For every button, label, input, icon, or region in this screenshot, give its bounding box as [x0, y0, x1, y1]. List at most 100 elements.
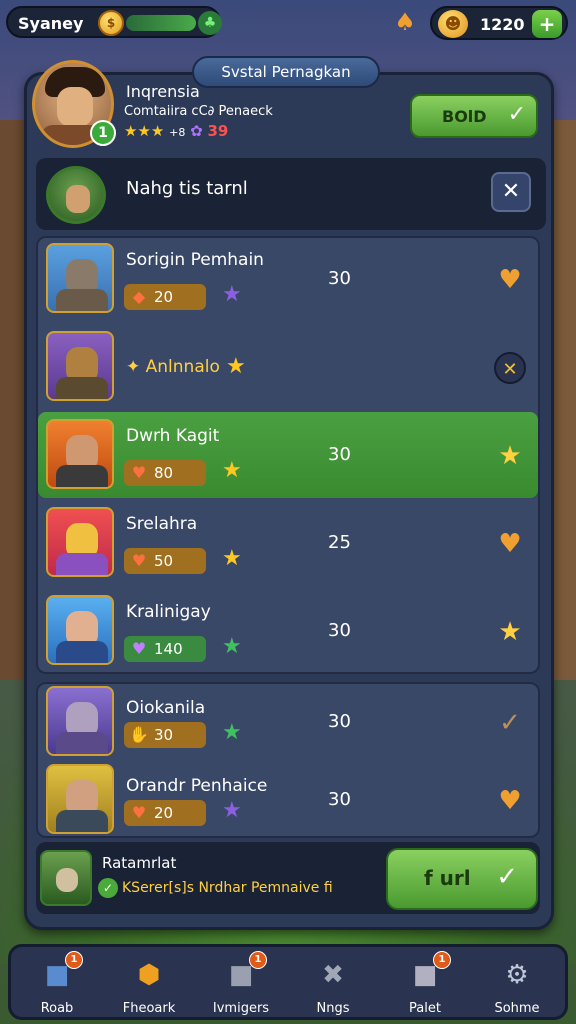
star-icon[interactable]: ★	[494, 440, 526, 472]
nav-item-roab[interactable]: ■ 1 Roab	[17, 951, 97, 1017]
footer-title: Ratamrlat	[102, 854, 177, 872]
list-item[interactable]: Kralinigay ♥ 140 ★ 30 ★	[38, 588, 538, 674]
list-item[interactable]: Srelahra ♥ 50 ★ 25 ♥	[38, 500, 538, 586]
bold-button[interactable]: BOlD ✓	[410, 94, 538, 138]
character-name: Dwrh Kagit	[126, 426, 220, 446]
star-icon: ★	[226, 354, 246, 379]
portrait-body	[56, 553, 108, 575]
portrait-body	[56, 810, 108, 832]
character-name: Srelahra	[126, 514, 198, 534]
character-name: Orandr Penhaice	[126, 776, 268, 796]
footer-avatar	[40, 850, 92, 906]
character-portrait	[46, 764, 114, 834]
list-item[interactable]: Oiokanila ✋ 30 ★ 30 ✓	[38, 684, 538, 760]
stat-icon: ✋	[129, 725, 149, 744]
red-count: 39	[207, 122, 229, 140]
nav-label: Ivmigers	[212, 1001, 270, 1016]
nav-label: Fheoark	[122, 1001, 176, 1016]
stat-icon: ♥	[131, 639, 147, 658]
stat-icon: ◆	[132, 287, 146, 306]
location-progress-bar	[126, 15, 196, 31]
nav-label: Sohme	[494, 1001, 540, 1016]
star-icon: ★	[222, 282, 242, 307]
search-row: Nahg tis tarnl ✕	[36, 158, 546, 230]
resource-pill: ☻ 1220 +	[430, 6, 568, 40]
character-score: 30	[328, 444, 351, 465]
bell-icon[interactable]: ♠	[388, 6, 422, 38]
character-score: 30	[328, 789, 351, 810]
portrait-body	[56, 732, 108, 754]
bottom-nav: ■ 1 Roab ⬢ Fheoark ■ 1 Ivmigers ✖ Nngs ■ 1 Palet ⚙ Soh…	[8, 944, 568, 1020]
stat-pill: ✋ 30	[124, 722, 206, 748]
character-name: Oiokanila	[126, 698, 206, 718]
check-icon[interactable]: ✓	[494, 707, 526, 739]
confirm-button-label: f url	[424, 866, 471, 890]
heart-icon[interactable]: ♥	[494, 528, 526, 560]
footer-subtitle-text: KSerer[s]s Nrdhar Pemnaive fi	[122, 880, 333, 896]
character-portrait	[46, 243, 114, 313]
stat-value: 140	[154, 640, 183, 658]
list-item[interactable]: Sorigin Pemhain ◆ 20 ★ 30 ♥	[38, 236, 538, 322]
star-icon: ★	[222, 720, 242, 745]
portrait-body	[56, 465, 108, 487]
stat-pill: ◆ 20	[124, 284, 206, 310]
nav-label: Roab	[40, 1001, 74, 1016]
stat-pill: ♥ 140	[124, 636, 206, 662]
nav-item-nngs[interactable]: ✖ Nngs	[293, 951, 373, 1017]
stat-icon: ♥	[131, 803, 147, 822]
character-portrait	[46, 686, 114, 756]
gear-icon: ⚙	[505, 960, 529, 990]
coin-icon: $	[98, 10, 124, 36]
nav-label: Palet	[409, 1001, 441, 1016]
stat-value: 30	[154, 726, 174, 744]
clover-icon: ♣	[198, 11, 222, 35]
close-icon[interactable]: ✕	[494, 352, 526, 384]
stat-value: 80	[154, 464, 174, 482]
bold-button-label: BOlD	[442, 107, 487, 126]
heart-icon[interactable]: ♥	[494, 264, 526, 296]
check-icon: ✓	[98, 878, 118, 898]
check-icon: ✓	[507, 102, 526, 127]
stat-pill: ♥ 50	[124, 548, 206, 574]
footer-subtitle: ✓ KSerer[s]s Nrdhar Pemnaive fi	[98, 878, 333, 898]
portrait-body	[56, 289, 108, 311]
character-score: 25	[328, 532, 351, 553]
player-subtitle: Comtaiira cC∂ Penaeck	[124, 104, 273, 119]
creature-icon: ☻	[438, 10, 468, 38]
player-rating: ★★★ +8 ✿ 39	[124, 122, 228, 140]
gem-icon: ✿	[190, 122, 203, 140]
star-icon: ★★★	[124, 122, 165, 140]
star-icon: ★	[222, 546, 242, 571]
star-icon: ★	[222, 634, 242, 659]
stat-icon: ♥	[131, 551, 147, 570]
nav-item-ivmigers[interactable]: ■ 1 Ivmigers	[201, 951, 281, 1017]
close-button[interactable]: ✕	[491, 172, 531, 212]
star-count: +8	[169, 126, 186, 139]
notification-badge: 1	[65, 951, 83, 969]
nav-item-palet[interactable]: ■ 1 Palet	[385, 951, 465, 1017]
location-pill[interactable]: Syaney $ ♣	[6, 6, 222, 38]
character-name: Sorigin Pemhain	[126, 250, 264, 270]
top-bar: Syaney $ ♣ ♠ ☻ 1220 +	[0, 4, 576, 40]
nav-item-sohme[interactable]: ⚙ Sohme	[477, 951, 557, 1017]
list-item[interactable]: ✦ Anlnnalo ★ ✕	[38, 324, 538, 410]
character-portrait	[46, 331, 114, 401]
star-icon[interactable]: ★	[494, 616, 526, 648]
stat-value: 20	[154, 288, 174, 306]
search-text[interactable]: Nahg tis tarnl	[126, 178, 248, 199]
heart-icon[interactable]: ♥	[494, 785, 526, 817]
add-resource-button[interactable]: +	[532, 10, 562, 38]
notification-badge: 1	[249, 951, 267, 969]
list-item[interactable]: Orandr Penhaice ♥ 20 ★ 30 ♥	[38, 762, 538, 838]
nav-label: Nngs	[316, 1001, 350, 1016]
player-name: Inqrensia	[126, 82, 200, 101]
confirm-button[interactable]: f url ✓	[386, 848, 538, 910]
star-icon: ★	[222, 458, 242, 483]
check-icon: ✓	[496, 862, 518, 892]
list-item[interactable]: Dwrh Kagit ♥ 80 ★ 30 ★	[38, 412, 538, 498]
character-portrait	[46, 507, 114, 577]
nav-item-fheoark[interactable]: ⬢ Fheoark	[109, 951, 189, 1017]
character-score: 30	[328, 268, 351, 289]
stat-pill: ♥ 80	[124, 460, 206, 486]
player-level-badge: 1	[90, 120, 116, 146]
